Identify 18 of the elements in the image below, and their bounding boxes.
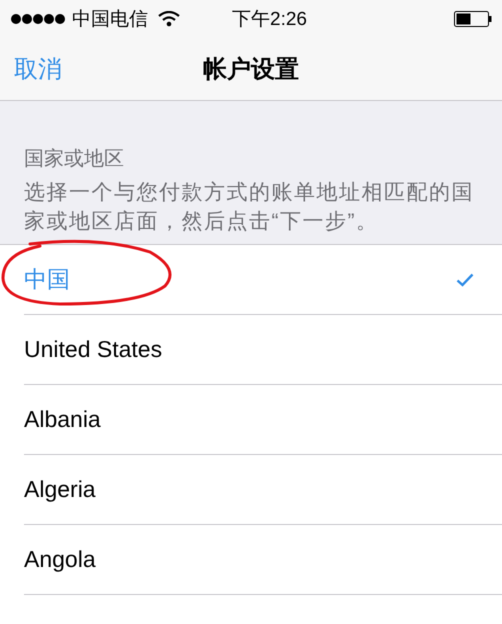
- country-row[interactable]: Algeria: [24, 455, 502, 525]
- wifi-icon: [158, 11, 180, 27]
- country-name: United States: [24, 336, 162, 363]
- page-title: 帐户设置: [203, 56, 299, 83]
- country-name: 中国: [24, 265, 70, 294]
- country-row[interactable]: Albania: [24, 385, 502, 455]
- section-description: 选择一个与您付款方式的账单地址相匹配的国家或地区店面，然后点击“下一步”。: [24, 180, 474, 235]
- status-time: 下午2:26: [232, 8, 307, 32]
- country-row[interactable]: United States: [24, 315, 502, 385]
- section-header: 国家或地区: [24, 147, 125, 172]
- carrier-name: 中国电信: [72, 8, 148, 32]
- country-row[interactable]: Angola: [24, 525, 502, 595]
- signal-icon: [10, 13, 66, 25]
- country-name: Algeria: [24, 476, 96, 503]
- battery-icon: [454, 11, 492, 27]
- country-name: Albania: [24, 406, 101, 433]
- checkmark-icon: [456, 272, 474, 286]
- country-name: Angola: [24, 546, 96, 573]
